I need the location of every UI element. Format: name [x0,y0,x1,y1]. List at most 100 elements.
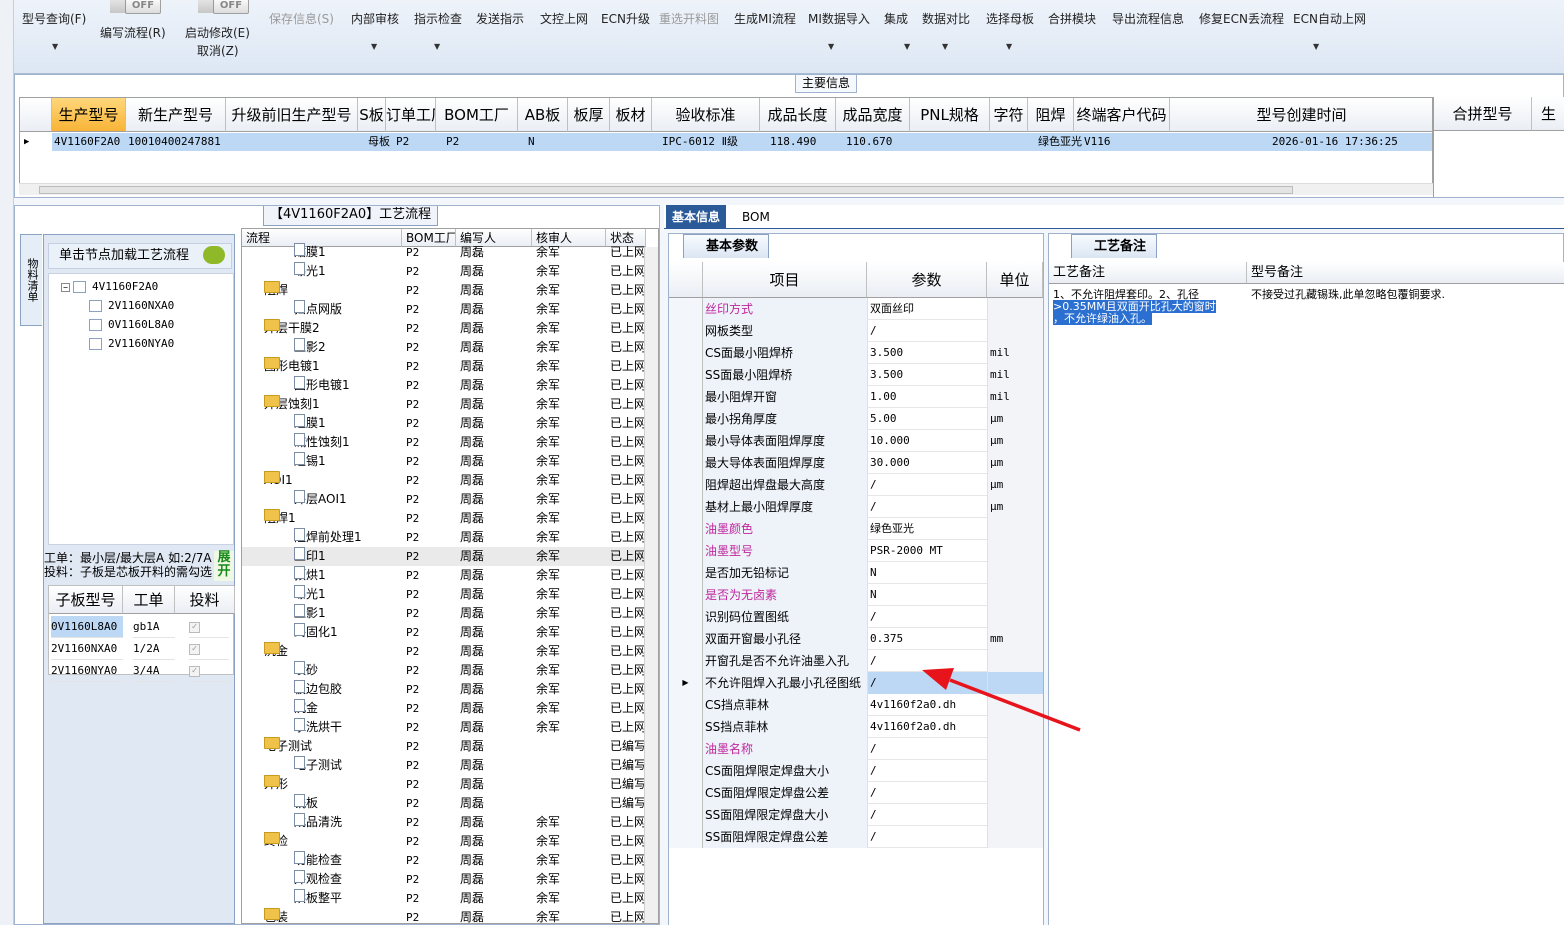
main-row-cell[interactable] [236,133,368,151]
param-value[interactable]: / [867,782,987,804]
param-value[interactable]: / [867,650,987,672]
param-row[interactable]: 最小阻焊开窗 1.00 mil [669,386,1043,408]
tree-node-child[interactable]: 2V1160NXA0 [89,299,174,312]
param-value[interactable]: / [867,826,987,848]
sub-cell-feed[interactable]: ✓ [189,616,229,638]
main-row-cell[interactable]: 118.490 [770,133,846,151]
param-row[interactable]: 最小拐角厚度 5.00 μm [669,408,1043,430]
param-value[interactable]: / [867,738,987,760]
param-value[interactable]: PSR-2000 MT [867,540,987,562]
main-col-header[interactable]: 成品长度 [760,98,836,132]
main-col-header[interactable]: PNL规格 [910,98,990,132]
param-row[interactable]: SS面最小阻焊桥 3.500 mil [669,364,1043,386]
main-row-cell[interactable]: 2026-01-16 17:36:25 [1272,133,1432,151]
param-row[interactable]: 丝印方式 双面丝印 [669,298,1043,320]
main-row-cell[interactable]: P2 [446,133,528,151]
main-col-header[interactable]: 终端客户代码 [1074,98,1170,132]
param-row[interactable]: 网板类型 / [669,320,1043,342]
param-row[interactable]: 最小导体表面阻焊厚度 10.000 μm [669,430,1043,452]
process-row[interactable]: 阻焊前处理1 P2 周磊 余军 已上网 [242,528,644,547]
sub-cell-feed[interactable]: ✓ [189,660,229,682]
param-row[interactable]: SS面阻焊限定焊盘大小 / [669,804,1043,826]
main-col-header[interactable]: AB板 [518,98,568,132]
process-row[interactable]: 电子测试 P2 周磊 已编写 [242,756,644,775]
process-row[interactable]: 退锡1 P2 周磊 余军 已上网 [242,452,644,471]
process-row[interactable]: 退膜1 P2 周磊 余军 已上网 [242,414,644,433]
process-row[interactable]: 曝光1 P2 周磊 余军 已上网 [242,262,644,281]
param-value[interactable]: 双面丝印 [867,298,987,320]
param-value[interactable]: 4v1160f2a0.dh [867,694,987,716]
param-row[interactable]: CS面阻焊限定焊盘大小 / [669,760,1043,782]
param-value[interactable]: 5.00 [867,408,987,430]
process-row[interactable]: 终固化1 P2 周磊 余军 已上网 [242,623,644,642]
process-row[interactable]: −阻焊 P2 周磊 余军 已上网 [242,281,644,300]
process-row[interactable]: −阻焊1 P2 周磊 余军 已上网 [242,509,644,528]
param-row[interactable]: CS面最小阻焊桥 3.500 mil [669,342,1043,364]
process-row[interactable]: 喷砂 P2 周磊 余军 已上网 [242,661,644,680]
process-row[interactable]: −外层蚀刻1 P2 周磊 余军 已上网 [242,395,644,414]
main-row-cell[interactable]: 母板 [368,133,396,151]
feed-checkbox[interactable]: ✓ [189,665,200,677]
param-value[interactable]: 3.500 [867,364,987,386]
process-row[interactable]: 沉金 P2 周磊 余军 已上网 [242,699,644,718]
process-row[interactable]: −图形电镀1 P2 周磊 余军 已上网 [242,357,644,376]
process-row[interactable]: 外层AOI1 P2 周磊 余军 已上网 [242,490,644,509]
param-row[interactable]: SS挡点菲林 4v1160f2a0.dh [669,716,1043,738]
process-row[interactable]: 烘板整平 P2 周磊 余军 已上网 [242,889,644,908]
param-value[interactable]: N [867,562,987,584]
process-row[interactable]: 外观检查 P2 周磊 余军 已上网 [242,870,644,889]
process-row[interactable]: −AOI1 P2 周磊 余军 已上网 [242,471,644,490]
process-row[interactable]: 显影1 P2 周磊 余军 已上网 [242,604,644,623]
main-col-header[interactable]: 成品宽度 [836,98,910,132]
process-row[interactable]: 功能检查 P2 周磊 余军 已上网 [242,851,644,870]
param-row[interactable]: 油墨颜色 绿色亚光 [669,518,1043,540]
hscroll-thumb[interactable] [39,186,1293,194]
main-row-cell[interactable] [578,133,620,151]
main-row-cell[interactable]: 10010400247881 [128,133,228,151]
main-row-cell[interactable] [620,133,662,151]
main-col-header[interactable]: 字符 [990,98,1028,132]
param-row[interactable]: 最大导体表面阻焊厚度 30.000 μm [669,452,1043,474]
param-row[interactable]: 是否加无铅标记 N [669,562,1043,584]
main-col-header[interactable]: 阻焊 [1028,98,1074,132]
tab-bom[interactable]: BOM [736,205,776,229]
tab-basic-info[interactable]: 基本信息 [666,205,727,229]
param-col-value-header[interactable]: 参数 [867,262,987,298]
param-row[interactable]: 油墨型号 PSR-2000 MT [669,540,1043,562]
tree-node-child[interactable]: 2V1160NYA0 [89,337,174,350]
main-row-cell[interactable]: 绿色亚光 [1038,133,1084,151]
param-value[interactable]: / [867,672,987,694]
tree-node-root[interactable]: − 4V1160F2A0 [61,280,158,293]
process-remark-text[interactable]: 1、不允许阻焊套印。2、孔径 >0.35MM且双面开比孔大的窗时 ，不允许绿油入… [1053,289,1239,325]
param-row[interactable]: 是否为无卤素 N [669,584,1043,606]
main-col-header[interactable]: 型号创建时间 [1170,98,1432,132]
process-row[interactable]: 铣板 P2 周磊 已编写 [242,794,644,813]
main-grid-hscrollbar[interactable] [19,183,1433,195]
main-col-header[interactable]: 订单工厂 [386,98,436,132]
main-row-cell[interactable]: N [528,133,578,151]
process-row[interactable]: −外层干膜2 P2 周磊 余军 已上网 [242,319,644,338]
tree-node-child[interactable]: 0V1160L8A0 [89,318,174,331]
param-row[interactable]: SS面阻焊限定焊盘公差 / [669,826,1043,848]
param-value[interactable]: 1.00 [867,386,987,408]
process-row[interactable]: 显影2 P2 周磊 余军 已上网 [242,338,644,357]
process-row[interactable]: −终检 P2 周磊 余军 已上网 [242,832,644,851]
param-value[interactable]: / [867,606,987,628]
process-grid-vscrollbar[interactable] [644,247,658,923]
param-row[interactable]: ▶ 不允许阻焊入孔最小孔径图纸 / [669,672,1043,694]
process-row[interactable]: −包装 P2 周磊 余军 已上网 [242,908,644,923]
off-toggle-switch[interactable]: OFF [198,0,249,14]
process-row[interactable]: 成品清洗 P2 周磊 余军 已上网 [242,813,644,832]
param-row[interactable]: 基材上最小阻焊厚度 / μm [669,496,1043,518]
main-col-header[interactable]: 板厚 [568,98,610,132]
main-col-header[interactable]: 生产型号 [52,98,126,132]
off-toggle-switch[interactable]: OFF [110,0,161,14]
param-row[interactable]: CS面阻焊限定焊盘公差 / [669,782,1043,804]
param-row[interactable]: 阻焊超出焊盘最大高度 / μm [669,474,1043,496]
process-row[interactable]: 曝光1 P2 周磊 余军 已上网 [242,585,644,604]
process-row[interactable]: −电子测试 P2 周磊 已编写 [242,737,644,756]
chat-bubble-icon[interactable] [203,246,225,264]
process-row[interactable]: 预烘1 P2 周磊 余军 已上网 [242,566,644,585]
param-row[interactable]: 油墨名称 / [669,738,1043,760]
collapse-icon[interactable]: − [61,282,70,292]
